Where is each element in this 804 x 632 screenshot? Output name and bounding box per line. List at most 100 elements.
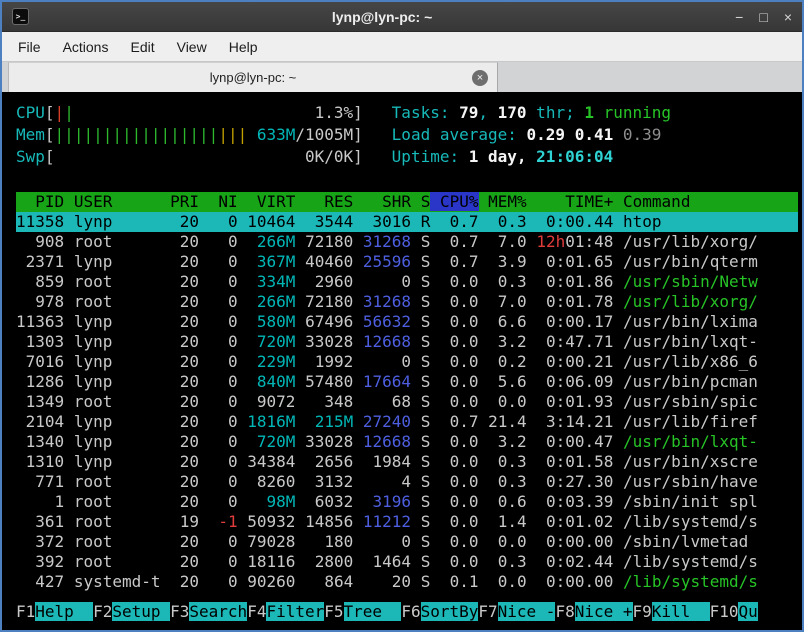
cpu-cell: 0.0 xyxy=(440,372,479,391)
fkey-f10[interactable]: F10Qu xyxy=(710,602,758,621)
cpu-cell: 0.1 xyxy=(440,572,479,591)
process-row-1340[interactable]: 1340 lynp 20 0 720M 33028 12668 S 0.0 3.… xyxy=(16,432,798,452)
user-cell: root xyxy=(74,392,161,411)
time-cell: 0:00.17 xyxy=(536,312,613,331)
fkey-f7[interactable]: F7Nice - xyxy=(478,602,555,621)
ni-cell: 0 xyxy=(209,532,238,551)
load-average-label: Load average: xyxy=(392,125,527,144)
column-header-ni[interactable]: NI xyxy=(209,192,238,211)
fkey-f8[interactable]: F8Nice + xyxy=(555,602,632,621)
pid-cell: 1 xyxy=(16,492,64,511)
process-row-427[interactable]: 427 systemd-t 20 0 90260 864 20 S 0.1 0.… xyxy=(16,572,798,592)
terminal-screen[interactable]: CPU[||1.3%] Mem[||||||||||||||||||||633M… xyxy=(2,92,802,630)
uptime-label: Uptime: xyxy=(392,147,469,166)
pid-cell: 1349 xyxy=(16,392,64,411)
mem-cell: 0.0 xyxy=(488,532,527,551)
process-row-908[interactable]: 908 root 20 0 266M 72180 31268 S 0.7 7.0… xyxy=(16,232,798,252)
menu-item-file[interactable]: File xyxy=(8,34,51,60)
tasks-separator: , xyxy=(478,103,497,122)
res-cell: 72180 xyxy=(305,232,353,251)
virt-cell: 266M xyxy=(247,232,295,251)
time-cell: 0:27.30 xyxy=(536,472,613,491)
pri-cell: 20 xyxy=(170,432,199,451)
fkey-f6[interactable]: F6SortBy xyxy=(401,602,478,621)
column-header-res[interactable]: RES xyxy=(305,192,353,211)
column-header-cpu[interactable]: CPU% xyxy=(430,192,478,211)
process-row-361[interactable]: 361 root 19 -1 50932 14856 11212 S 0.0 1… xyxy=(16,512,798,532)
process-row-2104[interactable]: 2104 lynp 20 0 1816M 215M 27240 S 0.7 21… xyxy=(16,412,798,432)
pri-cell: 20 xyxy=(170,492,199,511)
mem-cell: 6.6 xyxy=(488,312,527,331)
process-row-11363[interactable]: 11363 lynp 20 0 580M 67496 56632 S 0.0 6… xyxy=(16,312,798,332)
cmd-cell: /usr/lib/xorg/ xyxy=(623,292,758,311)
user-cell: root xyxy=(74,472,161,491)
process-row-1286[interactable]: 1286 lynp 20 0 840M 57480 17664 S 0.0 5.… xyxy=(16,372,798,392)
mem-cell: 3.2 xyxy=(488,432,527,451)
tab-close-icon[interactable]: × xyxy=(472,70,488,86)
close-button[interactable]: × xyxy=(784,10,792,24)
fkey-f5[interactable]: F5Tree xyxy=(324,602,401,621)
pri-cell: 20 xyxy=(170,372,199,391)
fkey-f4[interactable]: F4Filter xyxy=(247,602,324,621)
column-header-time[interactable]: TIME+ xyxy=(536,192,613,211)
res-cell: 33028 xyxy=(305,432,353,451)
process-row-1349[interactable]: 1349 root 20 0 9072 348 68 S 0.0 0.0 0:0… xyxy=(16,392,798,412)
fkey-f2[interactable]: F2Setup xyxy=(93,602,170,621)
process-row-771[interactable]: 771 root 20 0 8260 3132 4 S 0.0 0.3 0:27… xyxy=(16,472,798,492)
cmd-cell: /lib/systemd/s xyxy=(623,552,758,571)
process-row-859[interactable]: 859 root 20 0 334M 2960 0 S 0.0 0.3 0:01… xyxy=(16,272,798,292)
pid-cell: 1303 xyxy=(16,332,64,351)
process-row-1303[interactable]: 1303 lynp 20 0 720M 33028 12668 S 0.0 3.… xyxy=(16,332,798,352)
blank-line xyxy=(16,168,798,192)
column-header-s[interactable]: S xyxy=(421,192,431,211)
thread-count: 170 xyxy=(498,103,527,122)
column-header-mem[interactable]: MEM% xyxy=(488,192,527,211)
menu-item-actions[interactable]: Actions xyxy=(53,34,119,60)
process-row-1310[interactable]: 1310 lynp 20 0 34384 2656 1984 S 0.0 0.3… xyxy=(16,452,798,472)
process-row-1[interactable]: 1 root 20 0 98M 6032 3196 S 0.0 0.6 0:03… xyxy=(16,492,798,512)
process-row-11358[interactable]: 11358 lynp 20 0 10464 3544 3016 R 0.7 0.… xyxy=(16,212,798,232)
column-header-pid[interactable]: PID xyxy=(16,192,64,211)
pri-cell: 20 xyxy=(170,552,199,571)
column-header-user[interactable]: USER xyxy=(74,192,161,211)
column-header-virt[interactable]: VIRT xyxy=(247,192,295,211)
cpu-cell: 0.0 xyxy=(440,432,479,451)
column-header-cmd[interactable]: Command xyxy=(623,192,690,211)
maximize-button[interactable]: □ xyxy=(759,10,767,24)
virt-cell: 90260 xyxy=(247,572,295,591)
res-cell: 67496 xyxy=(305,312,353,331)
cpu-cell: 0.0 xyxy=(440,272,479,291)
uptime-stat: Uptime: 1 day, 21:06:04 xyxy=(392,146,671,168)
memory-used-value: 633M xyxy=(257,124,296,146)
process-row-7016[interactable]: 7016 lynp 20 0 229M 1992 0 S 0.0 0.2 0:0… xyxy=(16,352,798,372)
menu-item-edit[interactable]: Edit xyxy=(120,34,164,60)
terminal-app-icon[interactable]: >_ xyxy=(12,8,29,25)
tab-terminal[interactable]: lynp@lyn-pc: ~ × xyxy=(8,62,498,92)
user-cell: root xyxy=(74,272,161,291)
column-header-shr[interactable]: SHR xyxy=(363,192,411,211)
s-cell: R xyxy=(421,212,431,231)
shr-cell: 31268 xyxy=(363,232,411,251)
shr-cell: 12668 xyxy=(363,332,411,351)
process-row-372[interactable]: 372 root 20 0 79028 180 0 S 0.0 0.0 0:00… xyxy=(16,532,798,552)
column-header-pri[interactable]: PRI xyxy=(170,192,199,211)
minimize-button[interactable]: − xyxy=(735,10,743,24)
process-row-978[interactable]: 978 root 20 0 266M 72180 31268 S 0.0 7.0… xyxy=(16,292,798,312)
pid-cell: 859 xyxy=(16,272,64,291)
process-row-392[interactable]: 392 root 20 0 18116 2800 1464 S 0.0 0.3 … xyxy=(16,552,798,572)
fkey-f3[interactable]: F3Search xyxy=(170,602,247,621)
fkey-f9[interactable]: F9Kill xyxy=(633,602,710,621)
res-cell: 72180 xyxy=(305,292,353,311)
res-cell: 57480 xyxy=(305,372,353,391)
titlebar[interactable]: >_ lynp@lyn-pc: ~ − □ × xyxy=(2,2,802,32)
cpu-cell: 0.0 xyxy=(440,512,479,531)
cmd-cell: /usr/sbin/have xyxy=(623,472,758,491)
virt-cell: 580M xyxy=(247,312,295,331)
ni-cell: 0 xyxy=(209,312,238,331)
process-row-2371[interactable]: 2371 lynp 20 0 367M 40460 25596 S 0.7 3.… xyxy=(16,252,798,272)
ni-cell: 0 xyxy=(209,332,238,351)
fkey-f1[interactable]: F1Help xyxy=(16,602,93,621)
cpu-cell: 0.0 xyxy=(440,472,479,491)
menu-item-help[interactable]: Help xyxy=(219,34,268,60)
menu-item-view[interactable]: View xyxy=(167,34,217,60)
